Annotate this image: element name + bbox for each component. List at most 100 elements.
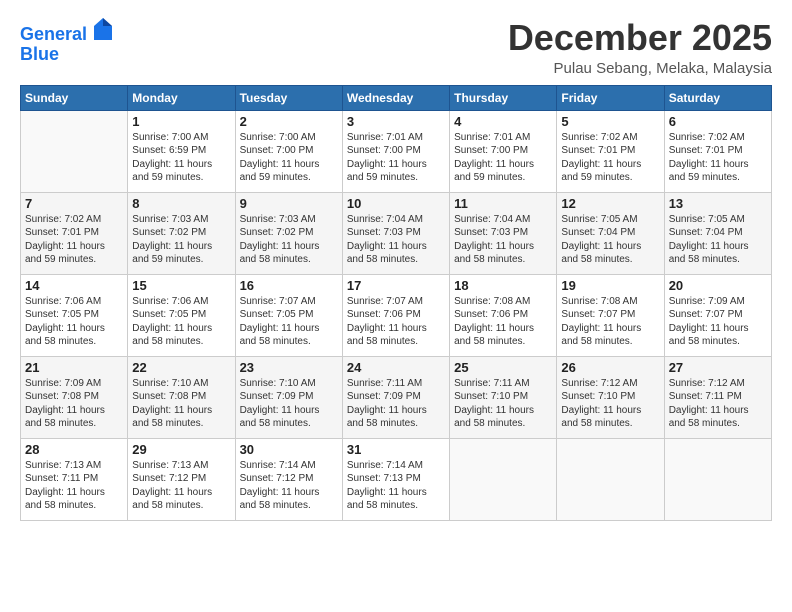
col-saturday: Saturday [664,85,771,110]
day-info: Sunrise: 7:06 AM Sunset: 7:05 PM Dayligh… [25,295,123,349]
day-number: 31 [347,442,445,457]
calendar-cell: 26 Sunrise: 7:12 AM Sunset: 7:10 PM Dayli… [557,356,664,438]
col-tuesday: Tuesday [235,85,342,110]
header: General Blue December 2025 Pulau Sebang,… [20,18,772,77]
day-number: 27 [669,360,767,375]
week-row-1: 1Sunrise: 7:00 AM Sunset: 6:59 PM Daylig… [21,110,772,192]
day-number: 10 [347,196,445,211]
day-info: Sunrise: 7:09 AM Sunset: 7:07 PM Dayligh… [669,295,767,349]
day-info: Sunrise: 7:13 AM Sunset: 7:12 PM Dayligh… [132,459,230,513]
col-friday: Friday [557,85,664,110]
day-number: 1 [132,114,230,129]
day-number: 20 [669,278,767,293]
day-info: Sunrise: 7:13 AM Sunset: 7:11 PM Dayligh… [25,459,123,513]
day-number: 22 [132,360,230,375]
day-number: 8 [132,196,230,211]
calendar-cell: 25 Sunrise: 7:11 AM Sunset: 7:10 PM Dayli… [450,356,557,438]
day-info: Sunrise: 7:02 AM Sunset: 7:01 PM Dayligh… [561,131,659,185]
day-number: 19 [561,278,659,293]
day-number: 2 [240,114,338,129]
day-info: Sunrise: 7:04 AM Sunset: 7:03 PM Dayligh… [454,213,552,267]
day-number: 11 [454,196,552,211]
calendar-cell [664,438,771,520]
logo-general: General [20,24,87,44]
calendar-cell: 3Sunrise: 7:01 AM Sunset: 7:00 PM Daylig… [342,110,449,192]
calendar-cell: 1Sunrise: 7:00 AM Sunset: 6:59 PM Daylig… [128,110,235,192]
day-info: Sunrise: 7:05 AM Sunset: 7:04 PM Dayligh… [669,213,767,267]
day-info: Sunrise: 7:00 AM Sunset: 7:00 PM Dayligh… [240,131,338,185]
calendar-cell: 14 Sunrise: 7:06 AM Sunset: 7:05 PM Dayli… [21,274,128,356]
calendar-cell: 19Sunrise: 7:08 AM Sunset: 7:07 PM Dayli… [557,274,664,356]
month-title: December 2025 [508,18,772,58]
logo-icon [94,18,112,40]
day-number: 17 [347,278,445,293]
day-info: Sunrise: 7:12 AM Sunset: 7:10 PM Dayligh… [561,377,659,431]
logo-text: General [20,22,112,45]
day-number: 30 [240,442,338,457]
calendar-cell: 12 Sunrise: 7:05 AM Sunset: 7:04 PM Dayli… [557,192,664,274]
col-sunday: Sunday [21,85,128,110]
day-number: 5 [561,114,659,129]
col-monday: Monday [128,85,235,110]
week-row-2: 7 Sunrise: 7:02 AM Sunset: 7:01 PM Daylig… [21,192,772,274]
day-number: 3 [347,114,445,129]
day-info: Sunrise: 7:04 AM Sunset: 7:03 PM Dayligh… [347,213,445,267]
calendar-cell: 9 Sunrise: 7:03 AM Sunset: 7:02 PM Daylig… [235,192,342,274]
day-info: Sunrise: 7:12 AM Sunset: 7:11 PM Dayligh… [669,377,767,431]
col-wednesday: Wednesday [342,85,449,110]
day-info: Sunrise: 7:03 AM Sunset: 7:02 PM Dayligh… [240,213,338,267]
day-number: 7 [25,196,123,211]
day-info: Sunrise: 7:05 AM Sunset: 7:04 PM Dayligh… [561,213,659,267]
day-info: Sunrise: 7:14 AM Sunset: 7:13 PM Dayligh… [347,459,445,513]
calendar-cell [21,110,128,192]
day-info: Sunrise: 7:10 AM Sunset: 7:09 PM Dayligh… [240,377,338,431]
day-number: 26 [561,360,659,375]
day-number: 12 [561,196,659,211]
day-info: Sunrise: 7:07 AM Sunset: 7:05 PM Dayligh… [240,295,338,349]
calendar-cell: 10 Sunrise: 7:04 AM Sunset: 7:03 PM Dayli… [342,192,449,274]
logo: General Blue [20,22,112,65]
calendar-cell: 31 Sunrise: 7:14 AM Sunset: 7:13 PM Dayli… [342,438,449,520]
calendar-header-row: Sunday Monday Tuesday Wednesday Thursday… [21,85,772,110]
calendar-cell: 15Sunrise: 7:06 AM Sunset: 7:05 PM Dayli… [128,274,235,356]
calendar-cell: 17 Sunrise: 7:07 AM Sunset: 7:06 PM Dayli… [342,274,449,356]
day-number: 6 [669,114,767,129]
day-info: Sunrise: 7:08 AM Sunset: 7:06 PM Dayligh… [454,295,552,349]
day-number: 23 [240,360,338,375]
day-number: 28 [25,442,123,457]
day-number: 29 [132,442,230,457]
day-number: 16 [240,278,338,293]
day-number: 21 [25,360,123,375]
calendar-cell: 7 Sunrise: 7:02 AM Sunset: 7:01 PM Daylig… [21,192,128,274]
calendar-cell: 28 Sunrise: 7:13 AM Sunset: 7:11 PM Dayli… [21,438,128,520]
day-info: Sunrise: 7:09 AM Sunset: 7:08 PM Dayligh… [25,377,123,431]
day-number: 25 [454,360,552,375]
calendar-cell: 22 Sunrise: 7:10 AM Sunset: 7:08 PM Dayli… [128,356,235,438]
calendar-cell: 23 Sunrise: 7:10 AM Sunset: 7:09 PM Dayli… [235,356,342,438]
day-info: Sunrise: 7:11 AM Sunset: 7:10 PM Dayligh… [454,377,552,431]
day-info: Sunrise: 7:03 AM Sunset: 7:02 PM Dayligh… [132,213,230,267]
page: General Blue December 2025 Pulau Sebang,… [0,0,792,612]
day-info: Sunrise: 7:14 AM Sunset: 7:12 PM Dayligh… [240,459,338,513]
day-info: Sunrise: 7:02 AM Sunset: 7:01 PM Dayligh… [669,131,767,185]
day-number: 24 [347,360,445,375]
day-info: Sunrise: 7:02 AM Sunset: 7:01 PM Dayligh… [25,213,123,267]
day-number: 9 [240,196,338,211]
calendar-table: Sunday Monday Tuesday Wednesday Thursday… [20,85,772,521]
calendar-cell: 29 Sunrise: 7:13 AM Sunset: 7:12 PM Dayli… [128,438,235,520]
day-number: 13 [669,196,767,211]
day-info: Sunrise: 7:10 AM Sunset: 7:08 PM Dayligh… [132,377,230,431]
week-row-5: 28 Sunrise: 7:13 AM Sunset: 7:11 PM Dayli… [21,438,772,520]
week-row-3: 14 Sunrise: 7:06 AM Sunset: 7:05 PM Dayli… [21,274,772,356]
day-number: 15 [132,278,230,293]
calendar-cell: 24Sunrise: 7:11 AM Sunset: 7:09 PM Dayli… [342,356,449,438]
calendar-cell: 20 Sunrise: 7:09 AM Sunset: 7:07 PM Dayli… [664,274,771,356]
day-info: Sunrise: 7:07 AM Sunset: 7:06 PM Dayligh… [347,295,445,349]
calendar-cell: 16 Sunrise: 7:07 AM Sunset: 7:05 PM Dayli… [235,274,342,356]
calendar-cell [450,438,557,520]
day-number: 4 [454,114,552,129]
calendar-cell: 8 Sunrise: 7:03 AM Sunset: 7:02 PM Daylig… [128,192,235,274]
day-number: 14 [25,278,123,293]
calendar-cell: 6 Sunrise: 7:02 AM Sunset: 7:01 PM Daylig… [664,110,771,192]
day-info: Sunrise: 7:01 AM Sunset: 7:00 PM Dayligh… [454,131,552,185]
